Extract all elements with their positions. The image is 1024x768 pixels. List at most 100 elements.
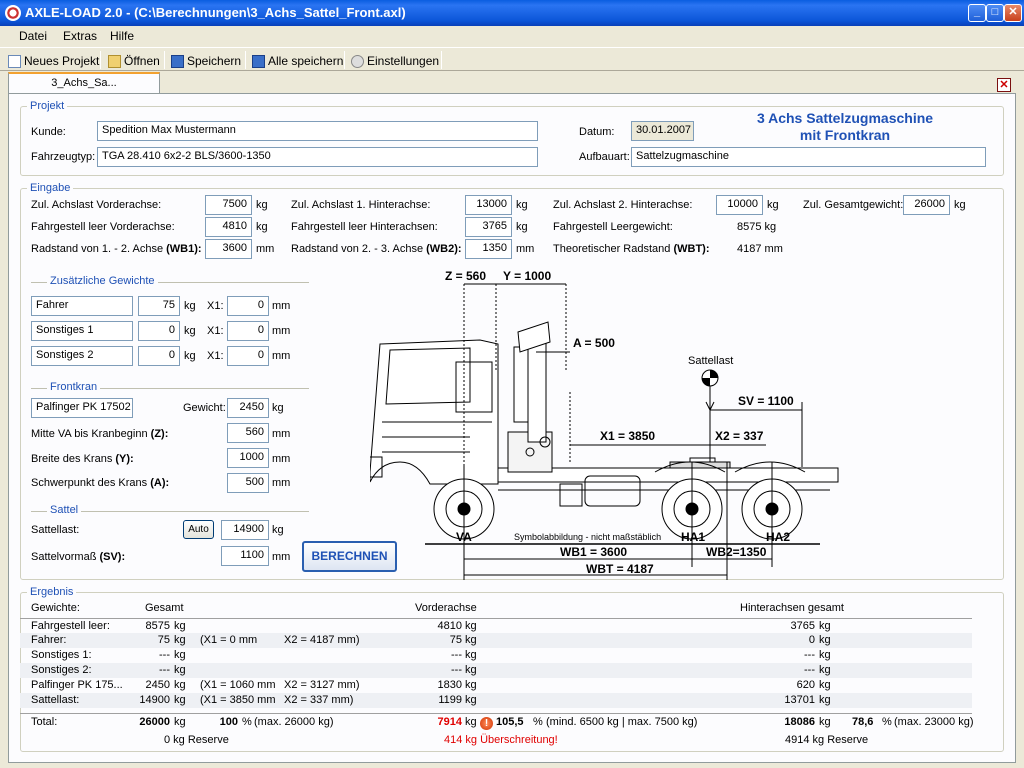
- unit-kg: kg: [819, 679, 831, 691]
- eingabe-group-title: Eingabe: [27, 182, 74, 194]
- zusatz-x-fahrer[interactable]: 0: [227, 296, 269, 316]
- save-all-button[interactable]: Alle speichern: [252, 52, 343, 70]
- gesamtgewicht-input[interactable]: 26000: [903, 195, 950, 215]
- unit-kg: kg: [174, 679, 186, 691]
- result-row: Sonstiges 1: --- kg --- kg --- kg: [20, 648, 972, 663]
- new-document-icon: [8, 54, 21, 68]
- wb1-input[interactable]: 3600: [205, 239, 252, 259]
- leer-va-input[interactable]: 4810: [205, 217, 252, 237]
- kran-y-input[interactable]: 1000: [227, 448, 269, 468]
- result-name: Palfinger PK 175...: [31, 679, 123, 691]
- gesamt-reserve: 0 kg Reserve: [164, 734, 229, 746]
- ha2-input[interactable]: 10000: [716, 195, 763, 215]
- wb2-input[interactable]: 1350: [465, 239, 512, 259]
- menu-bar: Datei Extras Hilfe: [0, 26, 1024, 46]
- total-gesamt: 26000: [139, 716, 170, 728]
- dim-sv: SV = 1100: [738, 394, 794, 408]
- sattellast-arrow: [705, 386, 715, 412]
- result-ha: ---: [804, 664, 815, 676]
- sv-text: Sattelvormaß: [31, 551, 100, 563]
- datum-field[interactable]: 30.01.2007: [631, 121, 694, 141]
- unit-kg: kg: [819, 664, 831, 676]
- kran-a-label: Schwerpunkt des Krans (A):: [31, 477, 169, 489]
- result-name: Fahrer:: [31, 634, 67, 646]
- unit-mm: mm: [516, 243, 535, 255]
- result-ha: 620: [796, 679, 815, 691]
- menu-extras[interactable]: Extras: [63, 29, 97, 43]
- unit-kg: kg: [184, 325, 196, 337]
- leer-ha-input[interactable]: 3765: [465, 217, 512, 237]
- ha1-input[interactable]: 13000: [465, 195, 512, 215]
- unit-kg: kg: [174, 664, 186, 676]
- va-label: Zul. Achslast Vorderachse:: [31, 199, 162, 211]
- unit-kg: kg: [272, 402, 284, 414]
- kran-a-input[interactable]: 500: [227, 473, 269, 493]
- auto-button[interactable]: Auto: [183, 520, 214, 539]
- open-button[interactable]: Öffnen: [108, 52, 160, 70]
- result-x2: X2 = 337 mm): [284, 694, 354, 706]
- kran-z-input[interactable]: 560: [227, 423, 269, 443]
- fahrzeugtyp-input[interactable]: TGA 28.410 6x2-2 BLS/3600-1350: [97, 147, 538, 167]
- unit-kg: kg: [767, 199, 779, 211]
- kran-name-input[interactable]: Palfinger PK 17502: [31, 398, 133, 418]
- zusatz-kg-sonstiges1[interactable]: 0: [138, 321, 180, 341]
- truck-diagram: Z = 560 Y = 1000 A = 500 SV = 1100 X1 = …: [370, 269, 839, 580]
- unit-mm: mm: [256, 243, 275, 255]
- result-row: Sonstiges 2: --- kg --- kg --- kg: [20, 663, 972, 678]
- frontkran-title: Frontkran: [47, 381, 101, 393]
- zusatz-name-sonstiges1[interactable]: Sonstiges 1: [31, 321, 133, 341]
- unit-kg: kg: [819, 620, 831, 632]
- zusatz-kg-fahrer[interactable]: 75: [138, 296, 180, 316]
- result-name: Sonstiges 1:: [31, 649, 92, 661]
- zusatz-x-sonstiges2[interactable]: 0: [227, 346, 269, 366]
- unit-kg: kg: [174, 716, 186, 728]
- sattelvormass-label: Sattelvormaß (SV):: [31, 551, 125, 563]
- minimize-button[interactable]: _: [968, 4, 986, 22]
- result-row: Sattellast: 14900 kg (X1 = 3850 mm X2 = 337 …: [20, 693, 972, 708]
- new-project-button[interactable]: Neues Projekt: [8, 52, 99, 70]
- close-tab-button[interactable]: ✕: [997, 78, 1011, 92]
- kunde-input[interactable]: Spedition Max Mustermann: [97, 121, 538, 141]
- total-va-range: (mind. 6500 kg | max. 7500 kg): [546, 716, 698, 728]
- datum-label: Datum:: [579, 126, 615, 138]
- result-name: Sonstiges 2:: [31, 664, 92, 676]
- sattelvormass-input[interactable]: 1100: [221, 546, 269, 566]
- tab-3-achs-sattel[interactable]: 3_Achs_Sa...: [8, 72, 160, 94]
- ha2-label: Zul. Achslast 2. Hinterachse:: [553, 199, 693, 211]
- result-gesamt: 14900: [139, 694, 170, 706]
- unit-kg: kg: [465, 620, 477, 632]
- axle-ha2: HA2: [766, 530, 790, 544]
- toolbar: Neues Projekt Öffnen Speichern Alle spei…: [0, 47, 1024, 71]
- dim-x1: X1 = 3850: [600, 429, 655, 443]
- zusatz-x-sonstiges1[interactable]: 0: [227, 321, 269, 341]
- settings-button[interactable]: Einstellungen: [351, 52, 439, 70]
- kran-gewicht-input[interactable]: 2450: [227, 398, 269, 418]
- wb2-label-abbr: (WB2):: [426, 243, 462, 255]
- close-window-button[interactable]: ✕: [1004, 4, 1022, 22]
- dim-wb1: WB1 = 3600: [560, 545, 627, 559]
- result-va: 4810: [437, 620, 462, 632]
- unit-kg: kg: [184, 300, 196, 312]
- menu-hilfe[interactable]: Hilfe: [110, 29, 134, 43]
- warning-icon-glyph: !: [480, 717, 493, 730]
- wbt-label-text: Theoretischer Radstand: [553, 243, 674, 255]
- zusatz-kg-sonstiges2[interactable]: 0: [138, 346, 180, 366]
- menu-datei[interactable]: Datei: [19, 29, 47, 43]
- unit-kg: kg: [819, 634, 831, 646]
- unit-kg: kg: [256, 199, 268, 211]
- save-button[interactable]: Speichern: [171, 52, 241, 70]
- aufbauart-input[interactable]: Sattelzugmaschine: [631, 147, 986, 167]
- maximize-button[interactable]: □: [986, 4, 1004, 22]
- va-input[interactable]: 7500: [205, 195, 252, 215]
- result-gesamt: 2450: [145, 679, 170, 691]
- sattellast-input[interactable]: 14900: [221, 520, 269, 540]
- vehicle-heading-line2: mit Frontkran: [799, 127, 891, 143]
- wb1-label-text: Radstand von 1. - 2. Achse: [31, 243, 167, 255]
- zusatz-name-fahrer[interactable]: Fahrer: [31, 296, 133, 316]
- kran-z-text: Mitte VA bis Kranbeginn: [31, 428, 151, 440]
- vehicle-heading-line1: 3 Achs Sattelzugmaschine: [756, 110, 934, 126]
- unit-mm: mm: [272, 325, 291, 337]
- kran-z-abbr: (Z):: [150, 428, 169, 440]
- window-title: AXLE-LOAD 2.0 - (C:\Berechnungen\3_Achs_…: [25, 5, 406, 20]
- zusatz-name-sonstiges2[interactable]: Sonstiges 2: [31, 346, 133, 366]
